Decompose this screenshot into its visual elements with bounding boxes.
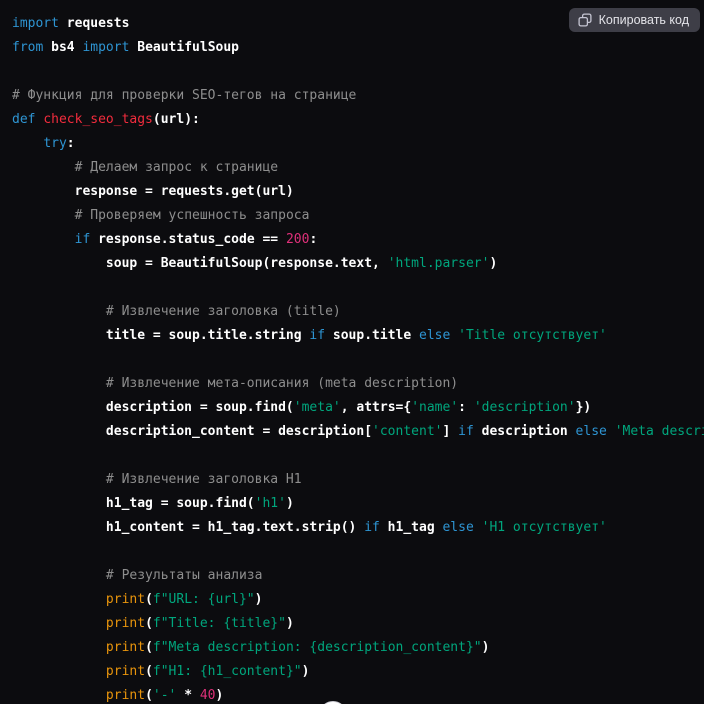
code-token: , attrs={ (341, 400, 411, 415)
code-token: soup.title (325, 328, 419, 343)
code-token (12, 160, 75, 175)
code-token: 'html.parser' (388, 256, 490, 271)
code-token: 'meta' (294, 400, 341, 415)
code-token: def (12, 112, 35, 127)
code-token (12, 592, 106, 607)
code-token: 'description' (474, 400, 576, 415)
code-token: ) (255, 592, 263, 607)
code-token (12, 232, 75, 247)
code-token: 'h1' (255, 496, 286, 511)
code-token: import (12, 16, 59, 31)
code-token: # Результаты анализа (106, 568, 263, 583)
code-token: f"H1: {h1_content}" (153, 664, 302, 679)
code-token: response.status_code == (90, 232, 286, 247)
code-token: else (576, 424, 607, 439)
code-token (12, 472, 106, 487)
code-token: f"Title: {title}" (153, 616, 286, 631)
code-token: print (106, 592, 145, 607)
code-token: else (419, 328, 450, 343)
code-token: import (82, 40, 129, 55)
copy-button-label: Копировать код (599, 13, 689, 27)
code-token: 'Title отсутствует' (458, 328, 607, 343)
code-token: response = requests.get(url) (12, 184, 294, 199)
code-token: 'name' (411, 400, 458, 415)
code-token: # Извлечение заголовка H1 (106, 472, 302, 487)
code-token (474, 520, 482, 535)
code-token: # Извлечение мета-описания (meta descrip… (106, 376, 458, 391)
code-token: 200 (286, 232, 309, 247)
code-token: : (67, 136, 75, 151)
code-token: # Извлечение заголовка (title) (106, 304, 341, 319)
code-token: if (458, 424, 474, 439)
code-token: (url): (153, 112, 200, 127)
code-token: ] (442, 424, 458, 439)
code-token: ) (489, 256, 497, 271)
code-token: f"Meta description: {description_content… (153, 640, 482, 655)
code-token: : (458, 400, 474, 415)
code-token (12, 136, 43, 151)
code-token: 'Meta description отсутствует' (615, 424, 704, 439)
code-token: ) (216, 688, 224, 703)
code-token: '-' (153, 688, 176, 703)
code-block: import requests from bs4 import Beautifu… (0, 0, 704, 704)
code-token: from (12, 40, 43, 55)
code-token: BeautifulSoup (129, 40, 239, 55)
code-token: ) (286, 496, 294, 511)
code-token (12, 688, 106, 703)
code-token (12, 664, 106, 679)
code-token: }) (576, 400, 592, 415)
code-token: ( (145, 688, 153, 703)
code-token: print (106, 616, 145, 631)
copy-icon (578, 13, 592, 27)
code-token: 'content' (372, 424, 442, 439)
code-token: title = soup.title.string (12, 328, 309, 343)
code-token: # Функция для проверки SEO-тегов на стра… (12, 88, 356, 103)
code-token (607, 424, 615, 439)
code-token (12, 208, 75, 223)
code-token: if (309, 328, 325, 343)
code-token: h1_tag = soup.find( (12, 496, 255, 511)
code-token: print (106, 640, 145, 655)
code-token: ( (145, 640, 153, 655)
code-token: h1_content = h1_tag.text.strip() (12, 520, 364, 535)
code-token: f"URL: {url}" (153, 592, 255, 607)
code-token: : (309, 232, 317, 247)
code-token: * (176, 688, 199, 703)
code-token: ( (145, 664, 153, 679)
code-token (12, 568, 106, 583)
code-token: 'H1 отсутствует' (482, 520, 607, 535)
code-token: # Делаем запрос к странице (75, 160, 279, 175)
code-token: 40 (200, 688, 216, 703)
code-token: if (364, 520, 380, 535)
code-token: try (43, 136, 66, 151)
code-token: print (106, 664, 145, 679)
code-token: ) (302, 664, 310, 679)
code-token: ) (286, 616, 294, 631)
code-token (12, 616, 106, 631)
code-token: bs4 (43, 40, 82, 55)
code-token: else (442, 520, 473, 535)
code-token: print (106, 688, 145, 703)
code-token: ( (145, 616, 153, 631)
code-token: h1_tag (380, 520, 443, 535)
code-token: description = soup.find( (12, 400, 294, 415)
code-token: check_seo_tags (43, 112, 153, 127)
copy-code-button[interactable]: Копировать код (569, 8, 700, 32)
code-token: requests (59, 16, 129, 31)
code-token (450, 328, 458, 343)
code-token: if (75, 232, 91, 247)
code-token: ) (482, 640, 490, 655)
code-token: description (474, 424, 576, 439)
code-token: description_content = description[ (12, 424, 372, 439)
code-token: ( (145, 592, 153, 607)
code-block-container: import requests from bs4 import Beautifu… (0, 0, 704, 704)
code-token (12, 304, 106, 319)
code-token (12, 376, 106, 391)
code-token: soup = BeautifulSoup(response.text, (12, 256, 388, 271)
code-token (12, 640, 106, 655)
code-token: # Проверяем успешность запроса (75, 208, 310, 223)
